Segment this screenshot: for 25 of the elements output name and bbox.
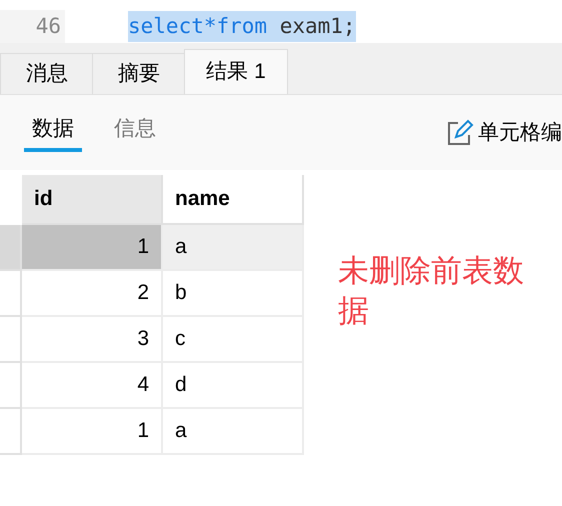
row-header[interactable] bbox=[0, 225, 22, 271]
row-header[interactable] bbox=[0, 317, 22, 363]
result-tab[interactable]: 摘要 bbox=[92, 53, 186, 94]
column-header[interactable]: id bbox=[22, 175, 163, 225]
table-cell: b bbox=[163, 271, 304, 317]
line-number: 46 bbox=[36, 12, 61, 40]
table-cell: 3 bbox=[22, 317, 163, 363]
table-cell: a bbox=[163, 409, 304, 455]
view-tab[interactable]: 数据 bbox=[24, 112, 82, 152]
result-tab[interactable]: 结果 1 bbox=[184, 49, 288, 94]
result-tab[interactable]: 消息 bbox=[0, 53, 94, 94]
table-cell: a bbox=[163, 225, 304, 271]
view-tab[interactable]: 信息 bbox=[106, 112, 164, 152]
table-cell: 1 bbox=[22, 225, 163, 271]
table-cell: 2 bbox=[22, 271, 163, 317]
table-cell: 1 bbox=[22, 409, 163, 455]
table-cell: c bbox=[163, 317, 304, 363]
table-cell: 4 bbox=[22, 363, 163, 409]
cell-edit-button[interactable]: 单元格编 bbox=[478, 116, 562, 148]
column-header[interactable]: name bbox=[163, 175, 304, 225]
annotation-text: 未删除前表数据 bbox=[338, 252, 525, 330]
row-header[interactable] bbox=[0, 409, 22, 455]
row-header[interactable] bbox=[0, 363, 22, 409]
table-cell: d bbox=[163, 363, 304, 409]
row-header[interactable] bbox=[0, 271, 22, 317]
